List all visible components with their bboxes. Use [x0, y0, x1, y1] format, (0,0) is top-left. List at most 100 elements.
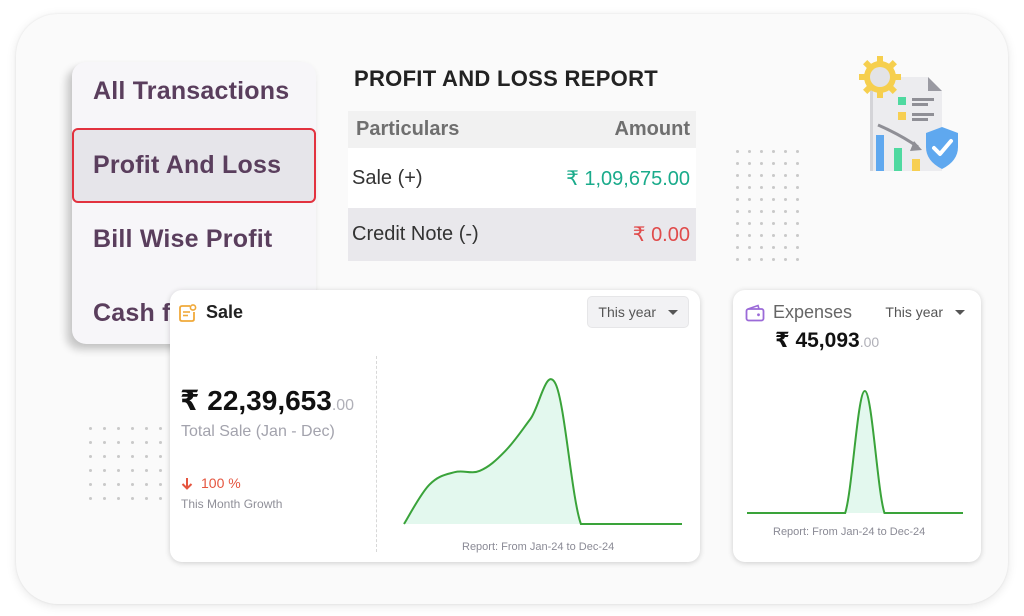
decorative-dot — [796, 162, 799, 165]
amount-decimals: .00 — [859, 334, 880, 350]
decorative-dot — [796, 234, 799, 237]
decorative-dot — [736, 234, 739, 237]
growth-label: This Month Growth — [181, 497, 283, 511]
decorative-dot — [772, 258, 775, 261]
menu-item-all-transactions[interactable]: All Transactions — [72, 62, 316, 120]
decorative-dot — [760, 210, 763, 213]
decorative-dot — [784, 150, 787, 153]
decorative-dot — [131, 497, 134, 500]
expenses-card: Expenses This year ₹ 45,093.00 Report: F… — [733, 290, 981, 562]
sale-card: Sale This year ₹ 22,39,653.00 Total Sale… — [170, 290, 700, 562]
table-row[interactable]: Credit Note (-) ₹ 0.00 — [348, 208, 696, 261]
sale-period-value: This year — [598, 304, 656, 320]
decorative-dot — [103, 427, 106, 430]
decorative-dot — [784, 246, 787, 249]
decorative-dot — [159, 483, 162, 486]
expenses-area-chart — [746, 389, 963, 515]
growth-value: 100 % — [201, 475, 241, 491]
decorative-dot — [736, 246, 739, 249]
decorative-dot — [103, 497, 106, 500]
decorative-dot — [736, 174, 739, 177]
decorative-dot — [772, 210, 775, 213]
decorative-dot — [103, 483, 106, 486]
expenses-card-header: Expenses — [745, 302, 852, 323]
decorative-dot — [772, 234, 775, 237]
decorative-dot — [103, 455, 106, 458]
decorative-dot — [748, 222, 751, 225]
decorative-dot — [131, 441, 134, 444]
decorative-dot — [89, 483, 92, 486]
column-header-particulars: Particulars — [356, 118, 460, 140]
amount-main: ₹ 22,39,653 — [180, 385, 332, 416]
table-header: Particulars Amount — [348, 111, 696, 148]
sale-card-title: Sale — [206, 302, 244, 322]
sale-report-note: Report: From Jan-24 to Dec-24 — [462, 541, 615, 553]
menu-item-profit-and-loss[interactable]: Profit And Loss — [72, 128, 316, 203]
growth-indicator: 100 % — [181, 475, 241, 491]
decorative-dot — [748, 258, 751, 261]
decorative-dot — [796, 210, 799, 213]
expenses-period-dropdown[interactable]: This year — [885, 304, 965, 320]
decorative-dot — [784, 234, 787, 237]
decorative-dot — [748, 198, 751, 201]
total-sale-label: Total Sale (Jan - Dec) — [181, 423, 335, 440]
decorative-dot-grid — [736, 150, 799, 261]
sale-period-dropdown[interactable]: This year — [587, 296, 689, 328]
decorative-dot — [131, 483, 134, 486]
decorative-dot — [772, 198, 775, 201]
decorative-dot — [131, 455, 134, 458]
arrow-down-icon — [181, 477, 193, 490]
decorative-dot — [760, 198, 763, 201]
decorative-dot — [748, 174, 751, 177]
decorative-dot — [145, 427, 148, 430]
chart-area-fill — [404, 379, 682, 524]
decorative-dot — [736, 150, 739, 153]
decorative-dot — [89, 427, 92, 430]
decorative-dot — [131, 469, 134, 472]
caret-down-icon — [955, 309, 965, 315]
decorative-dot-grid — [89, 427, 162, 500]
decorative-dot — [159, 497, 162, 500]
decorative-dot — [103, 469, 106, 472]
sale-card-header: Sale — [178, 302, 243, 323]
column-header-amount: Amount — [614, 118, 690, 140]
decorative-dot — [748, 210, 751, 213]
decorative-dot — [736, 162, 739, 165]
row-particular: Credit Note (-) — [352, 223, 479, 245]
decorative-dot — [748, 246, 751, 249]
total-expenses-amount: ₹ 45,093.00 — [775, 328, 879, 353]
decorative-dot — [796, 174, 799, 177]
decorative-dot — [159, 469, 162, 472]
report-analytics-shield-icon — [859, 56, 958, 171]
decorative-dot — [145, 455, 148, 458]
decorative-dot — [784, 198, 787, 201]
decorative-dot — [145, 497, 148, 500]
decorative-dot — [796, 186, 799, 189]
row-particular: Sale (+) — [352, 166, 423, 189]
expenses-card-title: Expenses — [773, 302, 853, 322]
table-row[interactable]: Sale (+) ₹ 1,09,675.00 — [348, 148, 696, 208]
menu-item-bill-wise-profit[interactable]: Bill Wise Profit — [72, 202, 316, 276]
decorative-dot — [796, 198, 799, 201]
decorative-dot — [736, 210, 739, 213]
decorative-dot — [117, 469, 120, 472]
decorative-dot — [145, 483, 148, 486]
decorative-dot — [760, 174, 763, 177]
decorative-dot — [145, 469, 148, 472]
row-amount: ₹ 1,09,675.00 — [566, 167, 690, 190]
decorative-dot — [784, 258, 787, 261]
decorative-dot — [103, 441, 106, 444]
decorative-dot — [117, 455, 120, 458]
decorative-dot — [131, 427, 134, 430]
decorative-dot — [159, 427, 162, 430]
decorative-dot — [784, 186, 787, 189]
decorative-dot — [784, 210, 787, 213]
sale-note-icon — [179, 303, 197, 322]
decorative-dot — [760, 234, 763, 237]
decorative-dot — [796, 258, 799, 261]
decorative-dot — [748, 186, 751, 189]
decorative-dot — [117, 497, 120, 500]
decorative-dot — [784, 222, 787, 225]
decorative-dot — [796, 246, 799, 249]
decorative-dot — [760, 162, 763, 165]
